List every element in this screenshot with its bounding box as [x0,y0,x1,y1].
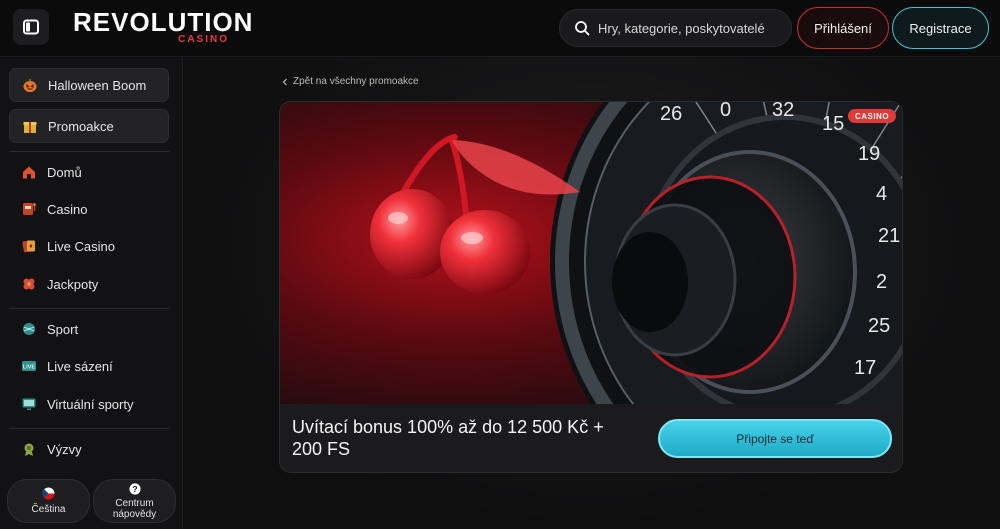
casino-category-badge: CASINO [848,109,896,123]
czech-flag-icon [42,487,55,500]
back-to-promotions-link[interactable]: Zpět na všechny promoakce [281,76,419,87]
sidebar-item-live-casino[interactable]: Live Casino [9,229,169,263]
svg-text:?: ? [132,484,137,494]
svg-text:0: 0 [720,102,731,121]
live-cards-icon [21,238,37,254]
chevron-left-icon [282,78,287,85]
search-placeholder: Hry, kategorie, poskytovatelé [598,20,765,36]
sidebar-item-label: Výzvy [47,441,82,457]
svg-text:17: 17 [854,357,876,379]
sidebar-item-jackpoty[interactable]: Jackpoty [9,267,169,301]
sidebar-item-label: Halloween Boom [48,77,147,93]
logo-subtitle: CASINO [178,34,229,45]
svg-text:2: 2 [876,271,887,293]
language-label: Čeština [31,504,66,515]
sidebar-divider [9,428,169,429]
help-label-line2: nápovědy [112,508,157,520]
svg-text:25: 25 [868,315,890,337]
search-icon [575,21,590,36]
sidebar-item-label: Jackpoty [47,276,99,292]
svg-text:26: 26 [660,103,682,125]
svg-text:19: 19 [858,143,880,165]
sport-ball-icon [21,321,37,337]
sidebar-divider [9,151,169,152]
svg-text:4: 4 [876,183,887,205]
promo-hero-image: 26 0 32 15 19 4 21 2 25 17 [280,102,902,404]
svg-text:LIVE: LIVE [23,365,36,371]
monitor-icon [21,396,37,412]
sidebar-divider [9,308,169,309]
home-icon [21,164,37,180]
back-link-label: Zpět na všechny promoakce [293,76,419,87]
help-label-line1: Centrum [115,497,154,509]
slot-machine-icon [21,201,37,217]
sidebar-item-label: Sport [47,321,79,337]
sidebar-toggle-button[interactable] [13,9,49,45]
join-now-button[interactable]: Připojte se teď [658,419,892,458]
revolution-casino-logo[interactable]: REVOLUTION CASINO [73,8,252,48]
sidebar-item-label: Casino [47,201,88,217]
sidebar-item-label: Virtuální sporty [47,396,134,412]
pumpkin-icon [22,77,38,93]
sidebar-item-label: Promoakce [48,118,114,134]
register-button[interactable]: Registrace [892,7,989,49]
sidebar-item-virtualni-sporty[interactable]: Virtuální sporty [9,387,169,421]
top-header: REVOLUTION CASINO Hry, kategorie, poskyt… [0,0,1000,57]
svg-text:32: 32 [772,102,794,121]
sidebar-item-label: Live Casino [47,238,115,254]
help-icon: ? [128,482,141,495]
sidebar-item-label: Domů [47,164,82,180]
gift-icon [22,118,38,134]
sidebar-item-promoakce[interactable]: Promoakce [9,109,169,143]
sidebar-item-live-sazeni[interactable]: LIVE Live sázení [9,349,169,383]
sidebar-item-halloween-boom[interactable]: Halloween Boom [9,68,169,102]
svg-text:21: 21 [878,225,900,247]
sidebar-item-label: Live sázení [47,358,113,374]
language-selector-button[interactable]: Čeština [7,479,90,523]
live-badge-icon: LIVE [21,358,37,374]
search-input[interactable]: Hry, kategorie, poskytovatelé [559,9,792,47]
svg-text:15: 15 [822,113,844,135]
logo-wordmark: REVOLUTION [73,7,254,37]
help-center-button[interactable]: ? Centrum nápovědy [93,479,176,523]
promotion-title: Uvítací bonus 100% až do 12 500 Kč + 200… [292,417,604,459]
sidebar-toggle-icon [23,19,39,35]
medal-icon [21,441,37,457]
sidebar-item-vyzvy[interactable]: Výzvy [9,432,169,466]
sidebar-item-domu[interactable]: Domů [9,155,169,189]
login-button[interactable]: Přihlášení [797,7,889,49]
sidebar-item-sport[interactable]: Sport [9,312,169,346]
clover-icon [21,276,37,292]
sidebar-item-casino[interactable]: Casino [9,192,169,226]
